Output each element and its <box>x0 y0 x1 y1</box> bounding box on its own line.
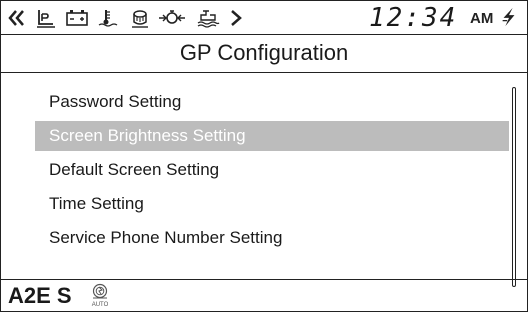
menu-item-label: Time Setting <box>49 194 144 213</box>
engine-warning-icon <box>159 10 185 24</box>
auto-label: AUTO <box>92 302 109 308</box>
menu-scrollbar[interactable] <box>512 87 516 287</box>
menu-item-default-screen-setting[interactable]: Default Screen Setting <box>35 155 509 185</box>
charging-lightning-icon <box>502 7 515 27</box>
menu-item-time-setting[interactable]: Time Setting <box>35 189 509 219</box>
clock-time: 12:34 <box>369 3 458 33</box>
menu-item-service-phone-number-setting[interactable]: Service Phone Number Setting <box>35 223 509 253</box>
status-bar: 12:34 AM <box>1 1 527 35</box>
menu-item-label: Password Setting <box>49 92 182 111</box>
water-in-fuel-icon <box>197 10 220 28</box>
parking-brake-icon <box>37 10 55 28</box>
menu-item-screen-brightness-setting[interactable]: Screen Brightness Setting <box>35 121 509 151</box>
battery-icon <box>66 10 88 26</box>
display-screen: 12:34 AM GP Configuration Password Setti… <box>0 0 528 312</box>
engine-oil-icon <box>132 10 148 28</box>
engine-mode-text: A2E S <box>8 283 72 308</box>
bottom-bar: A2E S AUTO <box>1 279 527 311</box>
menu-item-label: Service Phone Number Setting <box>49 228 283 247</box>
settings-menu: Password Setting Screen Brightness Setti… <box>1 73 527 287</box>
clock-ampm: AM <box>470 10 494 27</box>
back-arrow-icon[interactable] <box>7 8 27 28</box>
page-title: GP Configuration <box>1 35 527 73</box>
auto-engine-icon: AUTO <box>92 283 109 308</box>
coolant-temperature-icon <box>98 10 118 27</box>
menu-item-label: Default Screen Setting <box>49 160 220 179</box>
forward-arrow-icon[interactable] <box>229 8 243 28</box>
menu-item-password-setting[interactable]: Password Setting <box>35 87 509 117</box>
menu-item-label: Screen Brightness Setting <box>49 126 246 145</box>
